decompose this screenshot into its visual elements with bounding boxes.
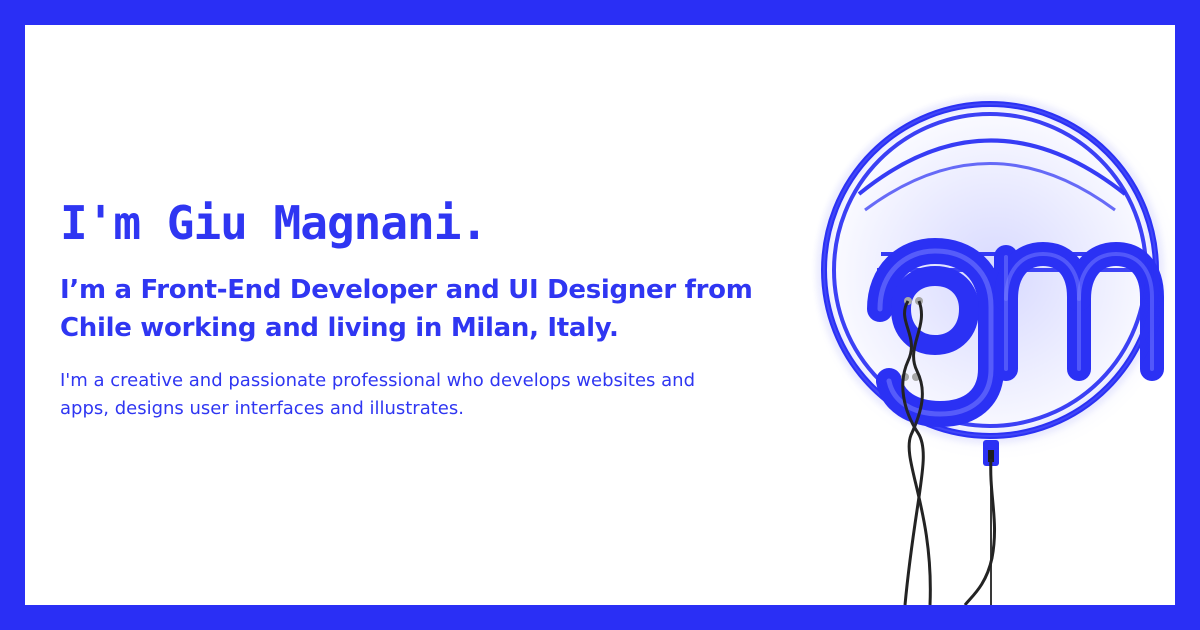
neon-gm-logo-icon [810,90,1175,605]
brand-border-frame: I'm Giu Magnani. I’m a Front-End Develop… [0,0,1200,630]
neon-logo-container [785,65,1175,605]
intro-paragraph: I'm a creative and passionate profession… [60,370,695,419]
hero-text-section: I'm Giu Magnani. I’m a Front-End Develop… [60,195,760,423]
hero-card: I'm Giu Magnani. I’m a Front-End Develop… [25,25,1175,605]
subtitle: I’m a Front-End Developer and UI Designe… [60,275,753,343]
page-title: I'm Giu Magnani. [60,196,488,250]
